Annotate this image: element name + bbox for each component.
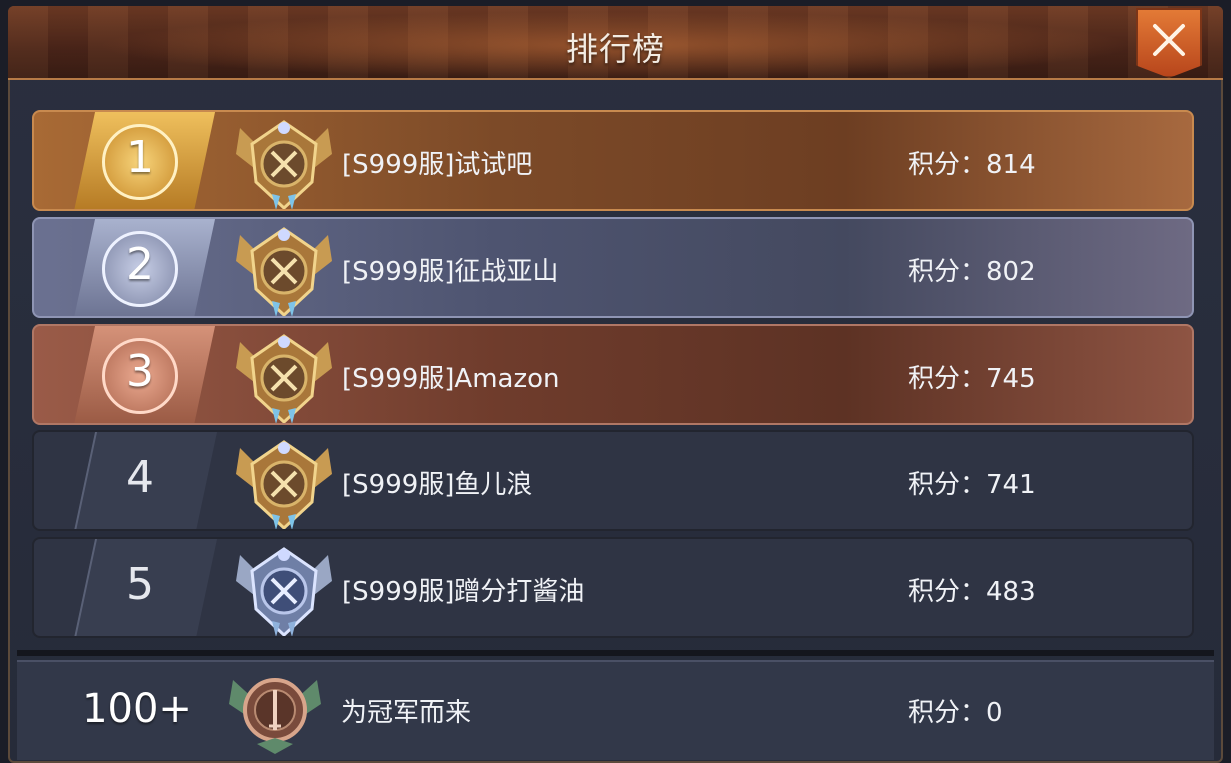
rank-number: 3 <box>126 346 154 397</box>
player-score: 积分：745 <box>908 364 1036 394</box>
rank-number: 100+ <box>82 686 192 732</box>
panel-header: 排行榜 <box>8 6 1223 80</box>
player-name: [S999服]征战亚山 <box>342 257 559 287</box>
player-name: [S999服]鱼儿浪 <box>342 470 533 500</box>
bronze-sword-emblem-icon <box>229 678 321 754</box>
ranking-row-4[interactable]: 4 [S999服]鱼儿浪 积分：741 <box>32 430 1194 531</box>
self-player-score: 积分：0 <box>908 698 1003 728</box>
player-name: [S999服]试试吧 <box>342 150 533 180</box>
rank-number: 1 <box>126 132 154 183</box>
page-title: 排行榜 <box>565 30 665 68</box>
close-button[interactable] <box>1136 8 1202 78</box>
gold-winged-emblem-icon <box>236 334 332 423</box>
player-score: 积分：483 <box>908 577 1036 607</box>
self-ranking-row: 100+ 为冠军而来 积分：0 <box>17 660 1214 760</box>
player-name: [S999服]蹭分打酱油 <box>342 577 585 607</box>
gold-winged-emblem-icon <box>236 440 332 529</box>
rank-number: 5 <box>126 559 154 610</box>
self-player-name: 为冠军而来 <box>341 698 472 728</box>
gold-winged-emblem-icon <box>236 120 332 209</box>
gold-winged-emblem-icon <box>236 227 332 316</box>
player-score: 积分：802 <box>908 257 1036 287</box>
close-x-icon <box>1153 24 1185 56</box>
ranking-row-2[interactable]: 2 [S999服]征战亚山 积分：802 <box>32 217 1194 318</box>
rank-number: 2 <box>126 239 154 290</box>
rank-number: 4 <box>126 452 154 503</box>
player-score: 积分：814 <box>908 150 1036 180</box>
player-name: [S999服]Amazon <box>342 364 560 394</box>
ranking-row-3[interactable]: 3 [S999服]Amazon 积分：745 <box>32 324 1194 425</box>
silver-winged-emblem-icon <box>236 547 332 636</box>
ranking-row-1[interactable]: 1 [S999服]试试吧 积分：814 <box>32 110 1194 211</box>
list-divider <box>17 650 1214 656</box>
ranking-row-5[interactable]: 5 [S999服]蹭分打酱油 积分：483 <box>32 537 1194 638</box>
player-score: 积分：741 <box>908 470 1036 500</box>
